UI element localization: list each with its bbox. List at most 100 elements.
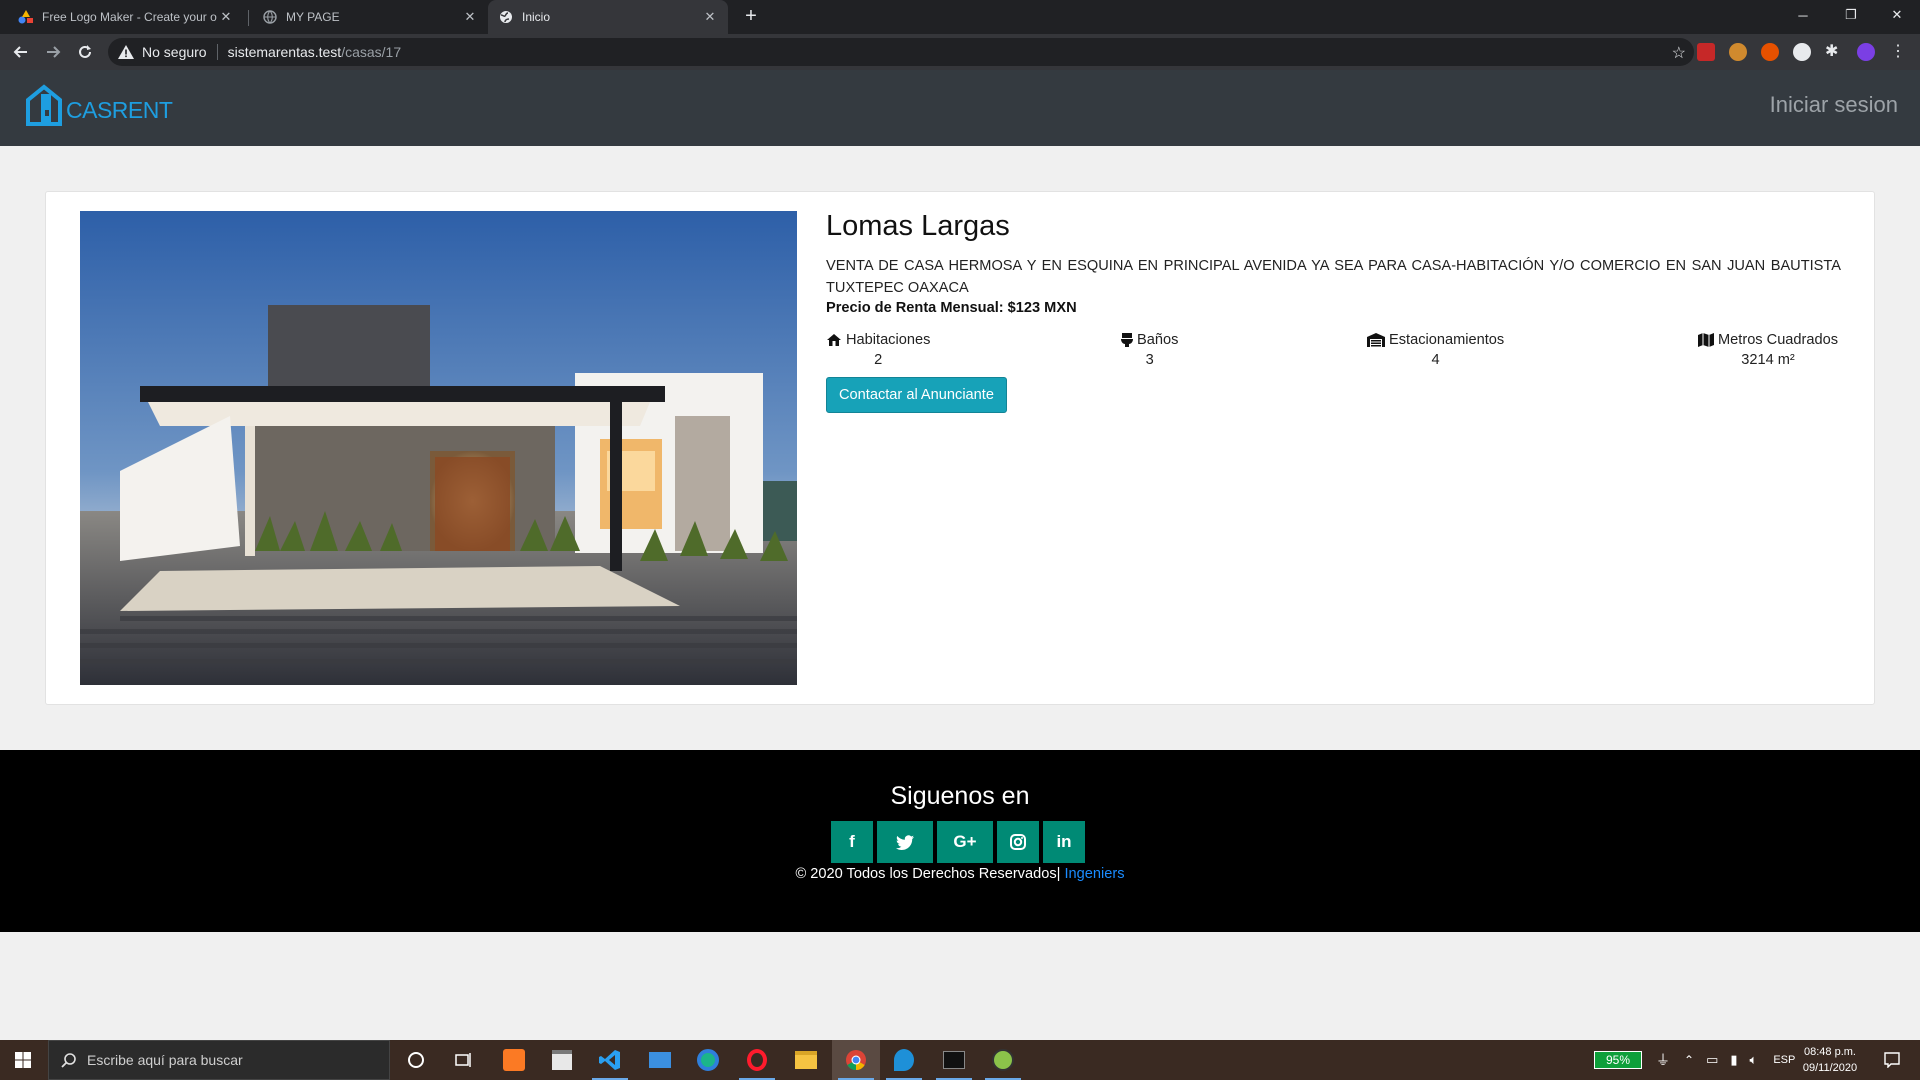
mail-icon xyxy=(649,1052,671,1068)
feature-value: 2 xyxy=(874,352,883,368)
new-tab-button[interactable]: + xyxy=(738,4,764,30)
linkedin-button[interactable]: in xyxy=(1043,821,1085,863)
clock-date: 09/11/2020 xyxy=(1802,1062,1858,1074)
extension-pocket-icon[interactable] xyxy=(1697,43,1715,61)
garage-icon xyxy=(1367,333,1385,347)
battery-icon[interactable]: ▮ xyxy=(1730,1052,1737,1068)
close-window-button[interactable]: ✕ xyxy=(1874,0,1920,30)
tab-free-logo-maker[interactable]: Free Logo Maker - Create your o ✕ xyxy=(8,0,244,34)
network-icon[interactable]: ▭ xyxy=(1706,1052,1718,1068)
chevron-up-icon[interactable]: ⌃ xyxy=(1684,1053,1694,1067)
taskbar-xampp[interactable] xyxy=(490,1040,538,1080)
taskbar-app-drop[interactable] xyxy=(880,1040,928,1080)
bookmark-star-icon[interactable]: ☆ xyxy=(1672,43,1686,63)
forward-button[interactable] xyxy=(40,39,66,65)
taskbar-mail[interactable] xyxy=(636,1040,684,1080)
property-photo xyxy=(80,211,797,685)
task-view-button[interactable] xyxy=(440,1040,488,1080)
back-button[interactable] xyxy=(8,39,34,65)
feature-label: Metros Cuadrados xyxy=(1718,332,1839,348)
feature-label: Baños xyxy=(1137,332,1179,348)
windows-logo-icon xyxy=(15,1052,31,1068)
folder-icon xyxy=(795,1051,817,1069)
taskbar-terminal[interactable] xyxy=(930,1040,978,1080)
property-features: Habitaciones 2 Baños 3 Estacionamientos … xyxy=(826,332,1841,376)
arrow-left-icon xyxy=(13,46,27,58)
twitter-button[interactable] xyxy=(877,821,933,863)
instagram-icon xyxy=(1010,834,1026,850)
property-price: Precio de Renta Mensual: $123 MXN xyxy=(826,300,1077,316)
extension-circle-icon[interactable] xyxy=(1793,43,1811,61)
toilet-icon xyxy=(1121,333,1133,347)
house-icon xyxy=(827,334,841,346)
globe-icon xyxy=(498,9,514,25)
extensions-puzzle-icon[interactable]: ✱ xyxy=(1825,43,1843,61)
property-info: Lomas Largas VENTA DE CASA HERMOSA Y EN … xyxy=(826,210,1841,413)
tab-inicio[interactable]: Inicio ✕ xyxy=(488,0,728,34)
feature-value: 3 xyxy=(1145,352,1154,368)
system-tray: ⏚ ⌃ ▭ ▮ 🔈︎ ESP xyxy=(1648,1040,1805,1080)
clock-time: 08:48 p.m. xyxy=(1804,1046,1856,1058)
feature-metros-cuadrados: Metros Cuadrados 3214 m² xyxy=(1698,332,1838,368)
taskbar-clock[interactable]: 08:48 p.m. 09/11/2020 xyxy=(1790,1044,1870,1076)
taskbar-opera[interactable] xyxy=(733,1040,781,1080)
url-host: sistemarentas.test xyxy=(227,44,342,60)
task-view-icon xyxy=(455,1053,471,1067)
brand-logo[interactable]: CASRENT xyxy=(24,84,173,126)
notification-center-button[interactable] xyxy=(1872,1040,1912,1080)
profile-avatar[interactable] xyxy=(1857,43,1875,61)
volume-icon[interactable]: 🔈︎ xyxy=(1750,1052,1758,1068)
google-plus-icon: G+ xyxy=(953,832,977,851)
extension-cookie-icon[interactable] xyxy=(1729,43,1747,61)
taskbar-vscode[interactable] xyxy=(586,1040,634,1080)
login-link[interactable]: Iniciar sesion xyxy=(1770,92,1898,118)
search-icon xyxy=(61,1052,77,1068)
battery-indicator[interactable]: 95% xyxy=(1594,1051,1642,1069)
feature-banos: Baños 3 xyxy=(1121,332,1178,368)
search-placeholder: Escribe aquí para buscar xyxy=(87,1052,243,1068)
address-bar[interactable]: No seguro sistemarentas.test/casas/17 ☆ xyxy=(108,38,1694,66)
copyright-line: © 2020 Todos los Derechos Reservados| In… xyxy=(0,866,1920,882)
taskbar-search-box[interactable]: Escribe aquí para buscar xyxy=(48,1040,390,1080)
google-plus-button[interactable]: G+ xyxy=(937,821,993,863)
map-icon xyxy=(1698,333,1714,347)
contact-advertiser-button[interactable]: Contactar al Anunciante xyxy=(826,377,1007,413)
brand-name: CASRENT xyxy=(66,97,173,123)
close-tab-icon[interactable]: ✕ xyxy=(218,9,234,25)
close-tab-icon[interactable]: ✕ xyxy=(462,9,478,25)
store-bag-icon xyxy=(552,1050,572,1070)
taskbar-chrome[interactable] xyxy=(832,1040,880,1080)
reload-button[interactable] xyxy=(72,39,98,65)
arrow-right-icon xyxy=(47,46,61,58)
minimize-button[interactable]: ─ xyxy=(1780,0,1826,30)
browser-toolbar: No seguro sistemarentas.test/casas/17 ☆ … xyxy=(0,34,1920,70)
security-status[interactable]: No seguro xyxy=(142,44,207,60)
taskbar-edge[interactable] xyxy=(684,1040,732,1080)
menu-kebab-icon[interactable]: ⋮ xyxy=(1889,43,1907,61)
extension-fire-icon[interactable] xyxy=(1761,43,1779,61)
cortana-button[interactable] xyxy=(392,1040,440,1080)
taskbar-file-explorer[interactable] xyxy=(782,1040,830,1080)
linkedin-icon: in xyxy=(1056,832,1072,851)
browser-tab-bar: Free Logo Maker - Create your o ✕ MY PAG… xyxy=(0,0,1920,34)
feature-value: 3214 m² xyxy=(1741,352,1795,368)
property-title: Lomas Largas xyxy=(826,210,1010,242)
author-link[interactable]: Ingeniers xyxy=(1060,866,1124,882)
globe-icon xyxy=(262,9,278,25)
cortana-circle-icon xyxy=(408,1052,424,1068)
start-button[interactable] xyxy=(0,1040,46,1080)
close-tab-icon[interactable]: ✕ xyxy=(702,9,718,25)
taskbar-heidisql[interactable] xyxy=(979,1040,1027,1080)
tab-my-page[interactable]: MY PAGE ✕ xyxy=(252,0,488,34)
facebook-button[interactable]: f xyxy=(831,821,873,863)
xampp-icon xyxy=(503,1049,525,1071)
terminal-icon xyxy=(943,1051,965,1069)
chrome-icon xyxy=(846,1050,866,1071)
windows-taskbar: Escribe aquí para buscar 95% ⏚ ⌃ ▭ ▮ 🔈︎ … xyxy=(0,1040,1920,1080)
taskbar-store[interactable] xyxy=(538,1040,586,1080)
instagram-button[interactable] xyxy=(997,821,1039,863)
power-plug-icon[interactable]: ⏚ xyxy=(1656,1050,1670,1070)
restore-button[interactable]: ❐ xyxy=(1828,0,1874,30)
feature-value: 4 xyxy=(1431,352,1440,368)
feature-estacionamientos: Estacionamientos 4 xyxy=(1367,332,1504,368)
